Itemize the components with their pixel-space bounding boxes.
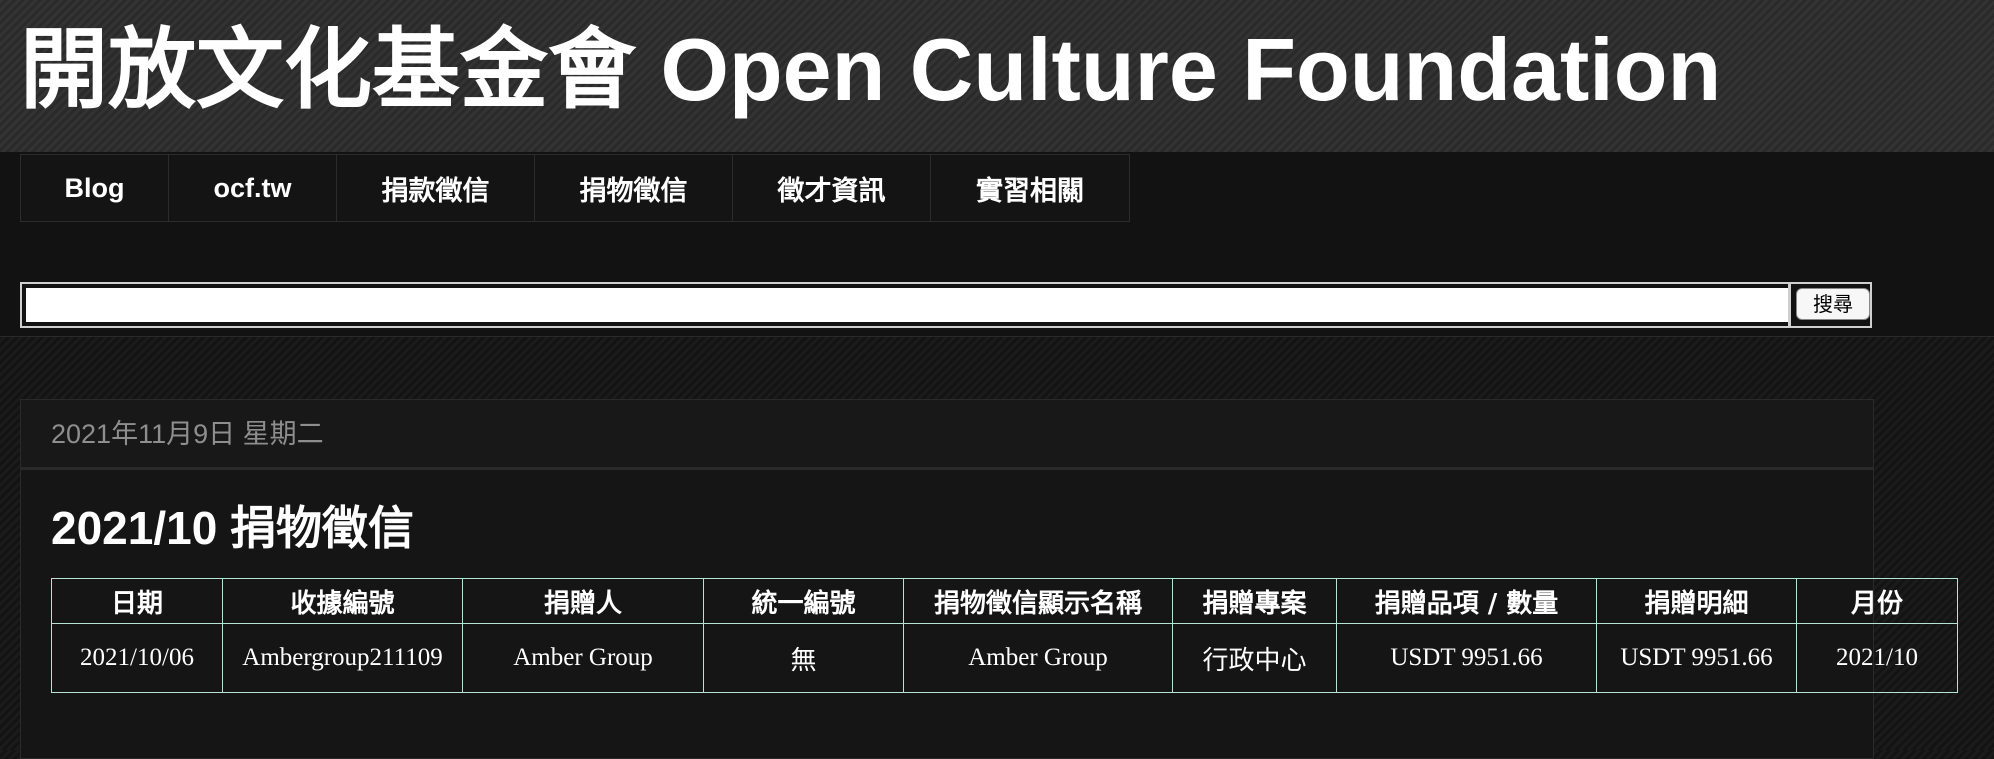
- post-title[interactable]: 2021/10 捐物徵信: [51, 492, 414, 558]
- column-header-display-name: 捐物徵信顯示名稱: [903, 578, 1173, 624]
- cell-date: 2021/10/06: [51, 623, 223, 693]
- search-divider: [1788, 282, 1791, 328]
- cell-month: 2021/10: [1796, 623, 1958, 693]
- search-button[interactable]: 搜尋: [1796, 288, 1870, 320]
- cell-display-name: Amber Group: [903, 623, 1173, 693]
- column-header-date: 日期: [51, 578, 223, 624]
- nav-item-job-openings[interactable]: 徵才資訊: [733, 155, 931, 221]
- cell-tax-id: 無: [703, 623, 904, 693]
- main-nav: Blog ocf.tw 捐款徵信 捐物徵信 徵才資訊 實習相關: [20, 154, 1130, 222]
- navigation-area: Blog ocf.tw 捐款徵信 捐物徵信 徵才資訊 實習相關 搜尋: [0, 152, 1994, 337]
- table-row: 2021/10/06 Ambergroup211109 Amber Group …: [51, 623, 1958, 693]
- column-header-donor: 捐贈人: [462, 578, 704, 624]
- cell-project: 行政中心: [1172, 623, 1337, 693]
- search-input[interactable]: [26, 288, 1790, 322]
- site-header: 開放文化基金會 Open Culture Foundation: [0, 0, 1994, 152]
- cell-receipt-number: Ambergroup211109: [222, 623, 463, 693]
- cell-items-quantity: USDT 9951.66: [1336, 623, 1597, 693]
- nav-item-goods-donation-records[interactable]: 捐物徵信: [535, 155, 733, 221]
- donation-table: 日期 收據編號 捐贈人 統一編號 捐物徵信顯示名稱 捐贈專案 捐贈品項 / 數量…: [51, 578, 1958, 693]
- nav-item-blog[interactable]: Blog: [21, 155, 169, 221]
- post-date: 2021年11月9日 星期二: [21, 400, 1873, 470]
- column-header-tax-id: 統一編號: [703, 578, 904, 624]
- column-header-details: 捐贈明細: [1596, 578, 1797, 624]
- column-header-month: 月份: [1796, 578, 1958, 624]
- blog-post: 2021年11月9日 星期二 2021/10 捐物徵信 日期 收據編號 捐贈人 …: [20, 399, 1958, 759]
- column-header-items-quantity: 捐贈品項 / 數量: [1336, 578, 1597, 624]
- cell-details: USDT 9951.66: [1596, 623, 1797, 693]
- site-title[interactable]: 開放文化基金會 Open Culture Foundation: [20, 21, 1721, 119]
- column-header-receipt-number: 收據編號: [222, 578, 463, 624]
- cell-donor: Amber Group: [462, 623, 704, 693]
- nav-item-internships[interactable]: 實習相關: [931, 155, 1129, 221]
- column-header-project: 捐贈專案: [1172, 578, 1337, 624]
- search-bar: 搜尋: [20, 282, 1872, 328]
- table-header-row: 日期 收據編號 捐贈人 統一編號 捐物徵信顯示名稱 捐贈專案 捐贈品項 / 數量…: [51, 578, 1958, 624]
- nav-item-ocf-tw[interactable]: ocf.tw: [169, 155, 337, 221]
- nav-item-donation-records[interactable]: 捐款徵信: [337, 155, 535, 221]
